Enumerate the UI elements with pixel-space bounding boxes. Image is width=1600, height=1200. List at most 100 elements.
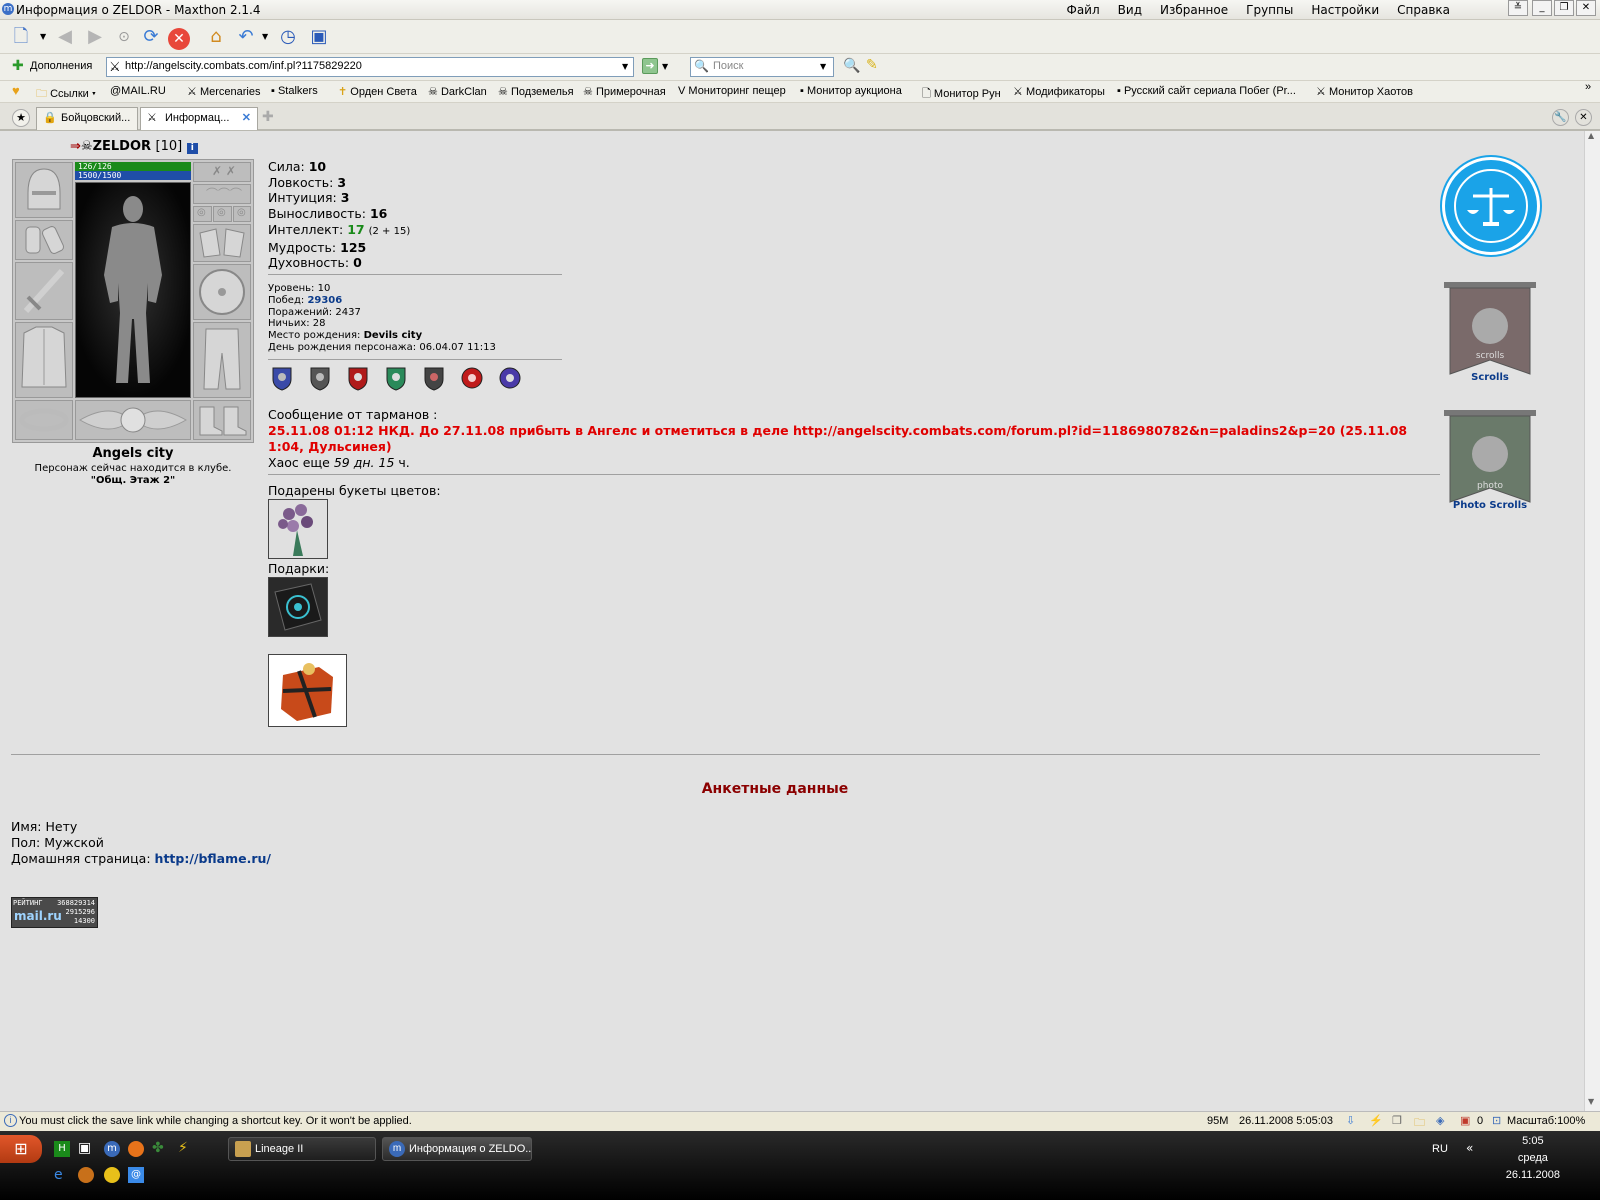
new-dropdown-icon[interactable]: ▼ [40, 32, 46, 41]
menu-favorites[interactable]: Избранное [1160, 3, 1228, 17]
medal-icon[interactable] [270, 365, 294, 391]
layers-icon[interactable]: ◈ [1436, 1114, 1444, 1127]
link-folder-links[interactable]: 🗀 Ссылки ▾ [36, 85, 96, 104]
favorites-icon[interactable]: ♥ [12, 83, 20, 98]
close-window-button[interactable]: ✕ [1576, 0, 1596, 16]
medal-icon[interactable] [498, 365, 522, 391]
photo-scrolls-link[interactable]: Photo Scrolls [1442, 500, 1538, 511]
gloves-slot[interactable] [193, 224, 251, 262]
tab-combats[interactable]: 🔒 Бойцовский... [36, 107, 138, 130]
taskbar-lineage[interactable]: Lineage II [228, 1137, 376, 1161]
undo-icon[interactable]: ↶ [233, 24, 259, 50]
ring-slot-1[interactable]: ◎ [193, 206, 212, 222]
menu-file[interactable]: Файл [1067, 3, 1100, 17]
ring-slot-2[interactable]: ◎ [213, 206, 232, 222]
link-rune-monitor[interactable]: 🗋 Монитор Рун [922, 85, 1001, 104]
lightning-icon[interactable]: ⚡ [1369, 1114, 1383, 1127]
go-icon[interactable]: ➜ [642, 58, 658, 74]
amulet-slot[interactable]: ⌒⌒⌒ [193, 184, 251, 204]
tab-info[interactable]: ⚔ Информац... ✕ [140, 107, 258, 130]
link-modifiers[interactable]: ⚔ Модификаторы [1013, 85, 1105, 98]
zoom-icon[interactable]: ⊡ [1492, 1114, 1501, 1127]
emblem-slot[interactable] [75, 400, 191, 440]
search-engine-icon[interactable]: 🔍 [694, 59, 709, 73]
quicklaunch-h-icon[interactable]: H [54, 1141, 70, 1157]
scrolls-banner[interactable]: scrolls [1442, 280, 1538, 378]
quicklaunch-messenger-icon[interactable]: @ [128, 1167, 144, 1183]
search-go-icon[interactable]: 🔍 [843, 58, 860, 74]
zoom-level[interactable]: Масштаб:100% [1507, 1115, 1585, 1127]
link-fitting-room[interactable]: ☠ Примерочная [583, 85, 666, 98]
menu-help[interactable]: Справка [1397, 3, 1450, 17]
addons-button[interactable]: Дополнения [30, 60, 92, 72]
medal-icon[interactable] [308, 365, 332, 391]
tools-icon[interactable]: 🔧 [1552, 109, 1569, 126]
address-dropdown-icon[interactable]: ▼ [622, 62, 628, 71]
windows-icon[interactable]: ❐ [1392, 1114, 1402, 1127]
homepage-link[interactable]: http://bflame.ru/ [155, 851, 271, 866]
boots-slot[interactable] [193, 400, 251, 440]
link-chaos-monitor[interactable]: ⚔ Монитор Хаотов [1316, 85, 1413, 98]
close-all-tabs-icon[interactable]: ✕ [1575, 109, 1592, 126]
medal-icon[interactable] [460, 365, 484, 391]
quicklaunch-ie-icon[interactable]: e [54, 1167, 63, 1183]
link-darkclan[interactable]: ☠ DarkClan [428, 85, 487, 98]
menu-chevron-icon[interactable]: ≚ [1508, 0, 1528, 16]
link-order-of-light[interactable]: ✝ Орден Света [338, 85, 417, 98]
leggings-slot[interactable] [193, 322, 251, 398]
download-icon[interactable]: ⇩ [1346, 1114, 1355, 1127]
quicklaunch-chrome-icon[interactable] [104, 1167, 120, 1183]
mailru-counter[interactable]: РЕЙТИНГ 368829314 2915296 14300 mail.ru [11, 897, 98, 928]
clock-icon[interactable]: ◷ [275, 24, 301, 50]
quicklaunch-maxthon-icon[interactable]: m [104, 1141, 120, 1157]
bracers-slot[interactable] [15, 220, 73, 260]
flower-bouquet[interactable] [268, 499, 328, 559]
star-icon[interactable]: ★ [12, 109, 30, 127]
medal-icon[interactable] [422, 365, 446, 391]
helmet-slot[interactable] [15, 162, 73, 218]
quicklaunch-firefox-icon[interactable] [128, 1141, 144, 1157]
gift-box[interactable] [268, 654, 347, 727]
new-tab-icon[interactable]: ✚ [262, 109, 274, 125]
medal-icon[interactable] [384, 365, 408, 391]
quicklaunch-app-icon[interactable]: ✤ [152, 1140, 164, 1156]
taskbar-maxthon[interactable]: m Информация о ZELDO... [382, 1137, 532, 1161]
weapon-slot[interactable] [15, 262, 73, 320]
medal-icon[interactable] [346, 365, 370, 391]
link-stalkers[interactable]: ▪ Stalkers [271, 85, 318, 97]
scrolls-link[interactable]: Scrolls [1442, 372, 1538, 383]
link-mailru[interactable]: @MAIL.RU [110, 85, 166, 97]
quicklaunch-lightning-icon[interactable]: ⚡ [178, 1140, 188, 1156]
history-dropdown-icon[interactable]: ⊙ [111, 24, 137, 50]
link-auction-monitor[interactable]: ▪ Монитор аукциона [800, 85, 902, 97]
restore-button[interactable]: ❐ [1554, 0, 1574, 16]
link-dungeons[interactable]: ☠ Подземелья [498, 85, 574, 98]
photo-scrolls-banner[interactable]: photo [1442, 408, 1538, 506]
info-icon[interactable]: i [186, 143, 198, 154]
links-overflow-icon[interactable]: » [1585, 81, 1591, 93]
menu-groups[interactable]: Группы [1246, 3, 1293, 17]
link-prison-break[interactable]: ▪ Русский сайт сериала Побег (Pr... [1117, 85, 1296, 97]
quicklaunch-game-icon[interactable] [78, 1167, 94, 1183]
search-dropdown-icon[interactable]: ▼ [820, 62, 826, 71]
armor-slot[interactable] [15, 322, 73, 398]
refresh-icon[interactable]: ⟳ [138, 24, 164, 50]
gift-book[interactable] [268, 577, 328, 637]
popup-blocker-icon[interactable]: ▣ [1460, 1114, 1470, 1127]
search-input[interactable]: Поиск [690, 57, 834, 77]
justice-icon[interactable] [1442, 157, 1540, 255]
menu-view[interactable]: Вид [1118, 3, 1142, 17]
forward-icon[interactable]: ▶ [82, 24, 108, 50]
menu-settings[interactable]: Настройки [1311, 3, 1379, 17]
highlight-icon[interactable]: ✎ [866, 57, 878, 73]
new-page-icon[interactable]: 🗋 [8, 24, 34, 50]
close-tab-icon[interactable]: ✕ [242, 111, 251, 124]
link-mercenaries[interactable]: ⚔ Mercenaries [187, 85, 260, 98]
window-icon[interactable]: ▣ [306, 24, 332, 50]
undo-dropdown-icon[interactable]: ▼ [262, 32, 268, 41]
arrow-icon[interactable]: ⇒ [70, 139, 81, 154]
home-icon[interactable]: ⌂ [203, 24, 229, 50]
stop-icon[interactable]: ✕ [168, 28, 190, 50]
belt-slot[interactable] [15, 400, 73, 440]
back-icon[interactable]: ◀ [52, 24, 78, 50]
